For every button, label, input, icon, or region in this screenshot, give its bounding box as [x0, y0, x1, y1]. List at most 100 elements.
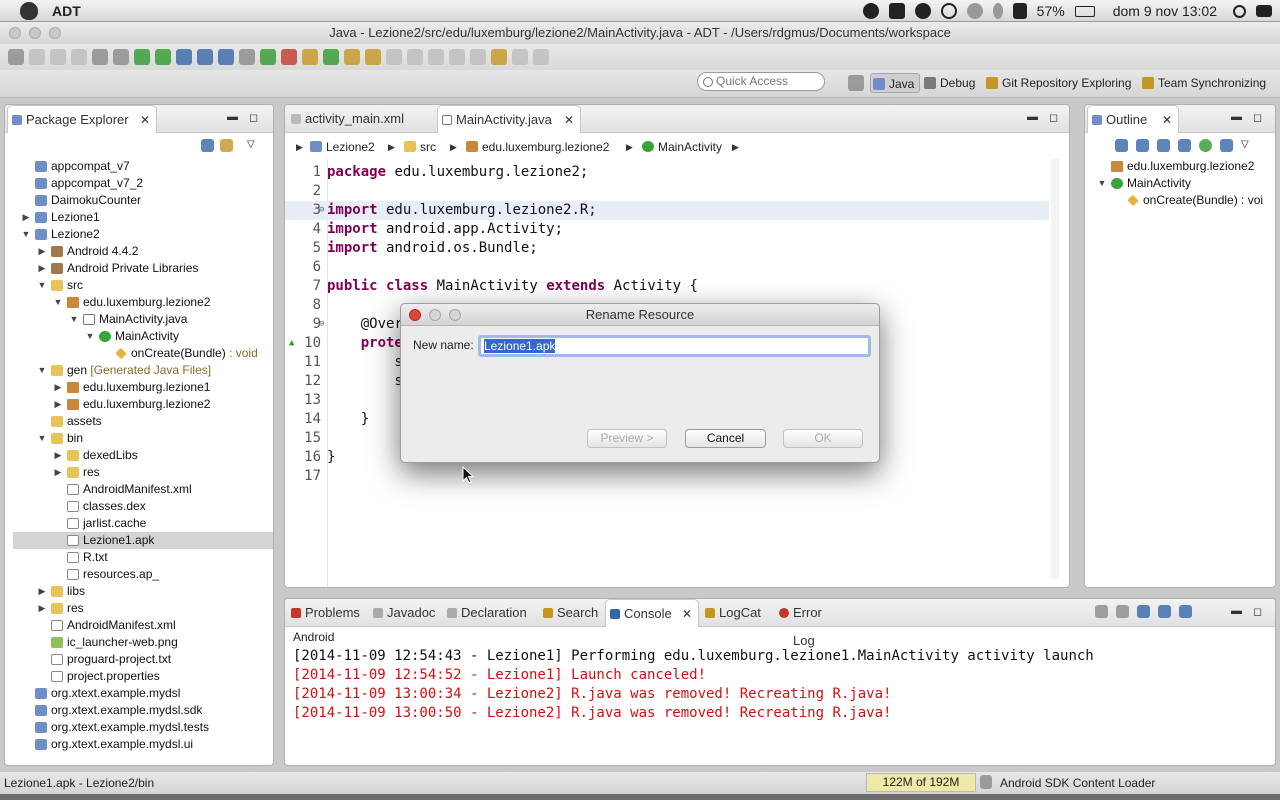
tree-item[interactable]: AndroidManifest.xml	[13, 481, 273, 498]
overview-ruler[interactable]	[1051, 159, 1059, 579]
collapse-all-icon[interactable]	[1115, 139, 1128, 152]
wifi-icon[interactable]	[940, 3, 957, 19]
breadcrumb-arrow-icon[interactable]: ▶	[732, 136, 739, 158]
collapsed-twisty-icon[interactable]: ▶	[53, 396, 63, 413]
collapsed-twisty-icon[interactable]: ▶	[53, 464, 63, 481]
tree-item[interactable]: AndroidManifest.xml	[13, 617, 273, 634]
avd-manager-icon[interactable]	[155, 49, 171, 65]
preview-button[interactable]: Preview >	[587, 429, 667, 448]
forward-icon[interactable]	[512, 49, 528, 65]
new-java-package-icon[interactable]	[302, 49, 318, 65]
time-machine-icon[interactable]	[966, 3, 983, 19]
tree-item[interactable]: R.txt	[13, 549, 273, 566]
expanded-twisty-icon[interactable]: ▼	[53, 294, 63, 311]
import-icon[interactable]	[113, 49, 129, 65]
battery-icon[interactable]	[1074, 5, 1095, 17]
tree-item[interactable]: ▼ Lezione2	[13, 226, 273, 243]
pin-editor-icon[interactable]	[533, 49, 549, 65]
zoom-dialog-button[interactable]	[449, 309, 461, 321]
tree-item[interactable]: DaimokuCounter	[13, 192, 273, 209]
tree-item[interactable]: ic_launcher-web.png	[13, 634, 273, 651]
tree-item[interactable]: ▶ res	[13, 600, 273, 617]
tab-declaration[interactable]: Declaration	[443, 599, 539, 627]
close-icon[interactable]: ✕	[682, 600, 692, 628]
tree-item[interactable]: ▼ gen [Generated Java Files]	[13, 362, 273, 379]
tree-item[interactable]: org.xtext.example.mydsl.sdk	[13, 702, 273, 719]
bluetooth-icon[interactable]	[992, 3, 1003, 19]
link-with-editor-icon[interactable]	[220, 139, 233, 152]
tree-item[interactable]: ▼ MainActivity.java	[13, 311, 273, 328]
show-whitespace-icon[interactable]	[428, 49, 444, 65]
close-window-button[interactable]	[9, 27, 21, 39]
minimize-window-button[interactable]	[29, 27, 41, 39]
perspective-team[interactable]: Team Synchronizing	[1140, 73, 1266, 93]
tab-mainactivity-java[interactable]: MainActivity.java ✕	[437, 105, 581, 133]
notification-center-icon[interactable]	[1256, 5, 1272, 17]
hide-local-types-icon[interactable]	[1220, 139, 1233, 152]
tree-item[interactable]: classes.dex	[13, 498, 273, 515]
print-icon[interactable]	[71, 49, 87, 65]
fold-icon[interactable]: ⊖	[319, 201, 324, 220]
cancel-button[interactable]: Cancel	[685, 429, 766, 448]
tree-item[interactable]: ▶ Android Private Libraries	[13, 260, 273, 277]
save-all-icon[interactable]	[50, 49, 66, 65]
tree-item[interactable]: ▶ dexedLibs	[13, 447, 273, 464]
pin-console-icon[interactable]	[1137, 605, 1150, 618]
evernote-icon[interactable]	[888, 3, 905, 19]
tree-item[interactable]: ▶ libs	[13, 583, 273, 600]
tree-item[interactable]: org.xtext.example.mydsl	[13, 685, 273, 702]
trash-icon[interactable]	[980, 775, 992, 789]
tree-item[interactable]: ▶ res	[13, 464, 273, 481]
export-icon[interactable]	[92, 49, 108, 65]
skip-breakpoints-icon[interactable]	[218, 49, 234, 65]
sdk-manager-icon[interactable]	[134, 49, 150, 65]
override-marker-icon[interactable]: ▲	[289, 334, 294, 353]
prev-annotation-icon[interactable]	[470, 49, 486, 65]
perspective-git[interactable]: Git Repository Exploring	[984, 73, 1131, 93]
tree-item[interactable]: assets	[13, 413, 273, 430]
console-output[interactable]: [2014-11-09 12:54:43 - Lezione1] Perform…	[285, 647, 1275, 765]
tab-logcat[interactable]: LogCat	[701, 599, 775, 627]
save-icon[interactable]	[29, 49, 45, 65]
tab-javadoc[interactable]: Javadoc	[369, 599, 443, 627]
hide-non-public-icon[interactable]	[1199, 139, 1212, 152]
tab-outline[interactable]: Outline ✕	[1087, 105, 1179, 133]
close-icon[interactable]: ✕	[564, 106, 574, 134]
breadcrumb-arrow-icon[interactable]: ▶	[626, 136, 633, 158]
tree-item[interactable]: onCreate(Bundle) : void	[13, 345, 273, 362]
maximize-icon[interactable]: ◻	[1253, 111, 1262, 124]
scroll-lock-icon[interactable]	[1116, 605, 1129, 618]
perspective-java[interactable]: Java	[870, 73, 920, 93]
volume-icon[interactable]	[1012, 3, 1027, 19]
breadcrumb-arrow-icon[interactable]: ▶	[450, 136, 457, 158]
apple-icon[interactable]	[20, 1, 38, 20]
minimize-icon[interactable]: ▬	[1027, 111, 1038, 123]
spotlight-icon[interactable]	[1233, 4, 1246, 18]
tree-item[interactable]: ▶ edu.luxemburg.lezione1	[13, 379, 273, 396]
collapsed-twisty-icon[interactable]: ▶	[37, 260, 47, 277]
collapsed-twisty-icon[interactable]: ▶	[37, 243, 47, 260]
expanded-twisty-icon[interactable]: ▼	[21, 226, 31, 243]
breadcrumb-item-class[interactable]: MainActivity	[640, 136, 722, 158]
collapsed-twisty-icon[interactable]: ▶	[53, 447, 63, 464]
tab-error-log[interactable]: Error Log	[775, 599, 861, 648]
collapse-all-icon[interactable]	[201, 139, 214, 152]
clear-console-icon[interactable]	[1095, 605, 1108, 618]
tree-item[interactable]: ▼ MainActivity	[13, 328, 273, 345]
view-menu-icon[interactable]: ▽	[1241, 139, 1249, 152]
new-android-project-icon[interactable]	[197, 49, 213, 65]
outline-item[interactable]: onCreate(Bundle) : voi	[1085, 192, 1273, 209]
expanded-twisty-icon[interactable]: ▼	[69, 311, 79, 328]
record-icon[interactable]	[862, 3, 879, 19]
maximize-icon[interactable]: ◻	[1253, 605, 1262, 618]
breadcrumb-arrow-icon[interactable]: ▶	[296, 136, 303, 158]
expanded-twisty-icon[interactable]: ▼	[85, 328, 95, 345]
minimize-icon[interactable]: ▬	[1231, 111, 1242, 123]
new-name-input[interactable]	[478, 335, 871, 357]
tab-activity-main-xml[interactable]: activity_main.xml	[287, 105, 435, 133]
tab-package-explorer[interactable]: Package Explorer ✕	[7, 105, 157, 133]
collapsed-twisty-icon[interactable]: ▶	[21, 209, 31, 226]
view-menu-icon[interactable]: ▽	[247, 139, 255, 152]
heap-status[interactable]: 122M of 192M	[866, 773, 976, 792]
toggle-block-icon[interactable]	[407, 49, 423, 65]
